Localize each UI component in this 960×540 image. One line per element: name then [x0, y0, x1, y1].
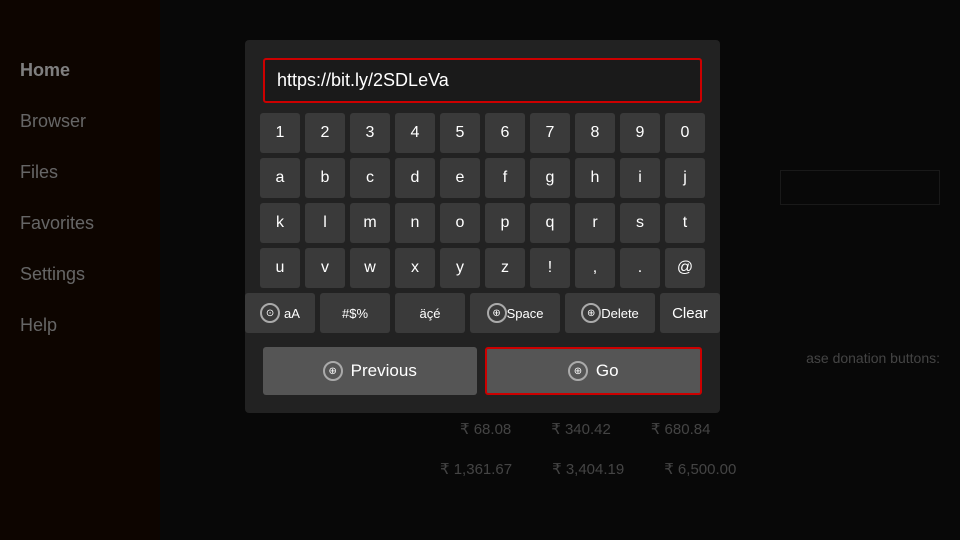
key-5[interactable]: 5 [440, 113, 480, 153]
key-a[interactable]: a [260, 158, 300, 198]
previous-button[interactable]: ⊕ Previous [263, 347, 477, 395]
key-period[interactable]: . [620, 248, 660, 288]
key-p[interactable]: p [485, 203, 525, 243]
key-8[interactable]: 8 [575, 113, 615, 153]
key-comma[interactable]: , [575, 248, 615, 288]
keyboard: 1 2 3 4 5 6 7 8 9 0 a b c d e f g h i j … [263, 113, 702, 333]
key-m[interactable]: m [350, 203, 390, 243]
key-y[interactable]: y [440, 248, 480, 288]
key-accents[interactable]: äçé [395, 293, 465, 333]
keyboard-dialog: 1 2 3 4 5 6 7 8 9 0 a b c d e f g h i j … [245, 40, 720, 413]
key-o[interactable]: o [440, 203, 480, 243]
delete-icon: ⊕ [581, 303, 601, 323]
key-j[interactable]: j [665, 158, 705, 198]
go-button[interactable]: ⊕ Go [485, 347, 703, 395]
key-4[interactable]: 4 [395, 113, 435, 153]
key-symbols[interactable]: #$% [320, 293, 390, 333]
key-x[interactable]: x [395, 248, 435, 288]
key-r[interactable]: r [575, 203, 615, 243]
key-h[interactable]: h [575, 158, 615, 198]
key-2[interactable]: 2 [305, 113, 345, 153]
space-icon: ⊕ [487, 303, 507, 323]
key-0[interactable]: 0 [665, 113, 705, 153]
key-space[interactable]: ⊕ Space [470, 293, 560, 333]
key-i[interactable]: i [620, 158, 660, 198]
key-1[interactable]: 1 [260, 113, 300, 153]
key-exclaim[interactable]: ! [530, 248, 570, 288]
key-3[interactable]: 3 [350, 113, 390, 153]
key-9[interactable]: 9 [620, 113, 660, 153]
key-row-k-t: k l m n o p q r s t [263, 203, 702, 243]
key-s[interactable]: s [620, 203, 660, 243]
key-c[interactable]: c [350, 158, 390, 198]
key-row-u-at: u v w x y z ! , . @ [263, 248, 702, 288]
key-q[interactable]: q [530, 203, 570, 243]
previous-icon: ⊕ [323, 361, 343, 381]
key-e[interactable]: e [440, 158, 480, 198]
url-input[interactable] [263, 58, 702, 103]
key-d[interactable]: d [395, 158, 435, 198]
key-row-special: ⊙ aA #$% äçé ⊕ Space ⊕ Delete Clear [263, 293, 702, 333]
key-row-a-j: a b c d e f g h i j [263, 158, 702, 198]
key-7[interactable]: 7 [530, 113, 570, 153]
key-case-toggle[interactable]: ⊙ aA [245, 293, 315, 333]
key-u[interactable]: u [260, 248, 300, 288]
key-g[interactable]: g [530, 158, 570, 198]
key-z[interactable]: z [485, 248, 525, 288]
go-icon: ⊕ [568, 361, 588, 381]
case-icon: ⊙ [260, 303, 280, 323]
key-v[interactable]: v [305, 248, 345, 288]
key-delete[interactable]: ⊕ Delete [565, 293, 655, 333]
dialog-bottom-row: ⊕ Previous ⊕ Go [263, 347, 702, 395]
key-w[interactable]: w [350, 248, 390, 288]
key-f[interactable]: f [485, 158, 525, 198]
key-row-numbers: 1 2 3 4 5 6 7 8 9 0 [263, 113, 702, 153]
key-at[interactable]: @ [665, 248, 705, 288]
key-b[interactable]: b [305, 158, 345, 198]
key-t[interactable]: t [665, 203, 705, 243]
key-clear[interactable]: Clear [660, 293, 720, 333]
key-6[interactable]: 6 [485, 113, 525, 153]
key-n[interactable]: n [395, 203, 435, 243]
key-l[interactable]: l [305, 203, 345, 243]
key-k[interactable]: k [260, 203, 300, 243]
